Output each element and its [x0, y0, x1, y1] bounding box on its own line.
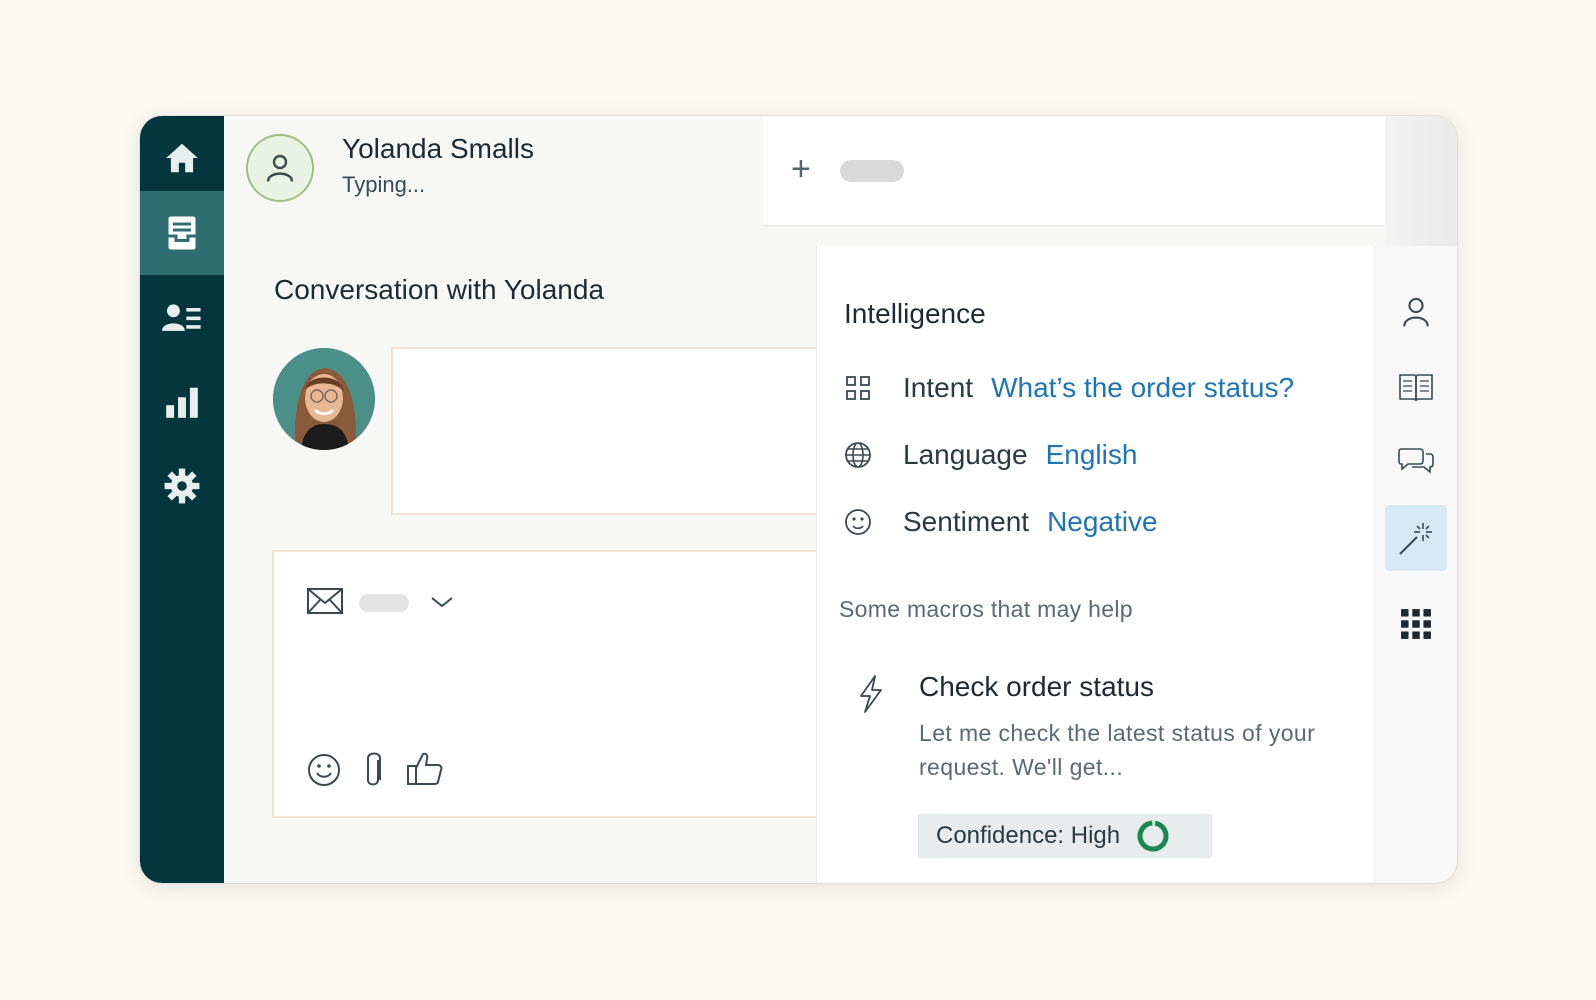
macro-title[interactable]: Check order status — [919, 671, 1154, 703]
contact-status: Typing... — [342, 172, 426, 197]
channel-placeholder[interactable] — [359, 594, 409, 612]
language-row: Language English — [843, 439, 1137, 471]
customer-avatar — [273, 348, 375, 450]
nav-reports[interactable] — [140, 360, 224, 444]
rail-user[interactable] — [1375, 279, 1457, 345]
apps-grid-icon — [1401, 609, 1431, 639]
header-right-area — [1385, 116, 1457, 246]
app-window: Yolanda Smalls Typing... + Conversation … — [140, 116, 1457, 883]
sentiment-label: Sentiment — [903, 506, 1030, 537]
globe-icon — [845, 442, 871, 468]
conversation-title: Conversation with Yolanda — [274, 274, 605, 305]
sentiment-value[interactable]: Negative — [1047, 506, 1158, 538]
intent-label: Intent — [903, 372, 974, 403]
tab-bar: + — [763, 116, 1385, 226]
nav-home[interactable] — [140, 116, 224, 200]
intelligence-panel: Intelligence Intent What’s the order sta… — [816, 246, 1375, 883]
macro-description: Let me check the latest status of your r… — [919, 720, 1316, 780]
face-icon — [845, 509, 871, 535]
lightning-icon — [860, 675, 882, 713]
attachment-icon[interactable] — [362, 750, 386, 790]
contact-name: Yolanda Smalls — [342, 133, 534, 164]
rail-intelligence[interactable] — [1385, 505, 1447, 571]
chat-icon — [1398, 448, 1434, 474]
emoji-icon[interactable] — [306, 752, 342, 788]
contact-avatar — [246, 134, 314, 202]
book-icon — [1399, 374, 1433, 402]
nav-inbox[interactable] — [140, 191, 224, 275]
language-label: Language — [903, 439, 1028, 470]
user-icon — [1403, 297, 1429, 327]
home-icon — [166, 143, 198, 173]
language-value[interactable]: English — [1046, 439, 1138, 471]
confidence-badge: Confidence: High — [918, 814, 1212, 858]
nav-contacts[interactable] — [140, 276, 224, 360]
chevron-down-icon[interactable] — [430, 594, 454, 610]
rail-knowledge[interactable] — [1375, 354, 1457, 420]
inbox-icon — [168, 216, 196, 250]
settings-icon — [164, 468, 200, 504]
nav-settings[interactable] — [140, 444, 224, 528]
rail-apps[interactable] — [1375, 591, 1457, 657]
plus-icon[interactable]: + — [791, 152, 811, 186]
intent-value[interactable]: What’s the order status? — [991, 372, 1294, 404]
confidence-label: Confidence: High — [936, 822, 1121, 849]
panel-title: Intelligence — [844, 298, 986, 329]
contacts-icon — [162, 304, 201, 331]
message-bubble — [391, 347, 821, 515]
sentiment-row: Sentiment Negative — [843, 506, 1158, 538]
magic-wand-icon — [1399, 523, 1432, 555]
left-nav — [140, 116, 224, 883]
envelope-icon[interactable] — [306, 586, 344, 616]
reply-composer[interactable] — [272, 550, 820, 818]
macros-heading: Some macros that may help — [839, 596, 1133, 622]
confidence-ring-icon — [1137, 820, 1169, 852]
grid-icon — [846, 376, 870, 400]
tab-placeholder[interactable] — [840, 160, 904, 182]
right-rail — [1375, 246, 1457, 883]
intent-row: Intent What’s the order status? — [843, 372, 1294, 404]
rail-chat[interactable] — [1375, 429, 1457, 495]
thumbs-up-icon[interactable] — [406, 750, 444, 788]
reports-icon — [166, 387, 198, 418]
user-icon — [266, 154, 294, 182]
